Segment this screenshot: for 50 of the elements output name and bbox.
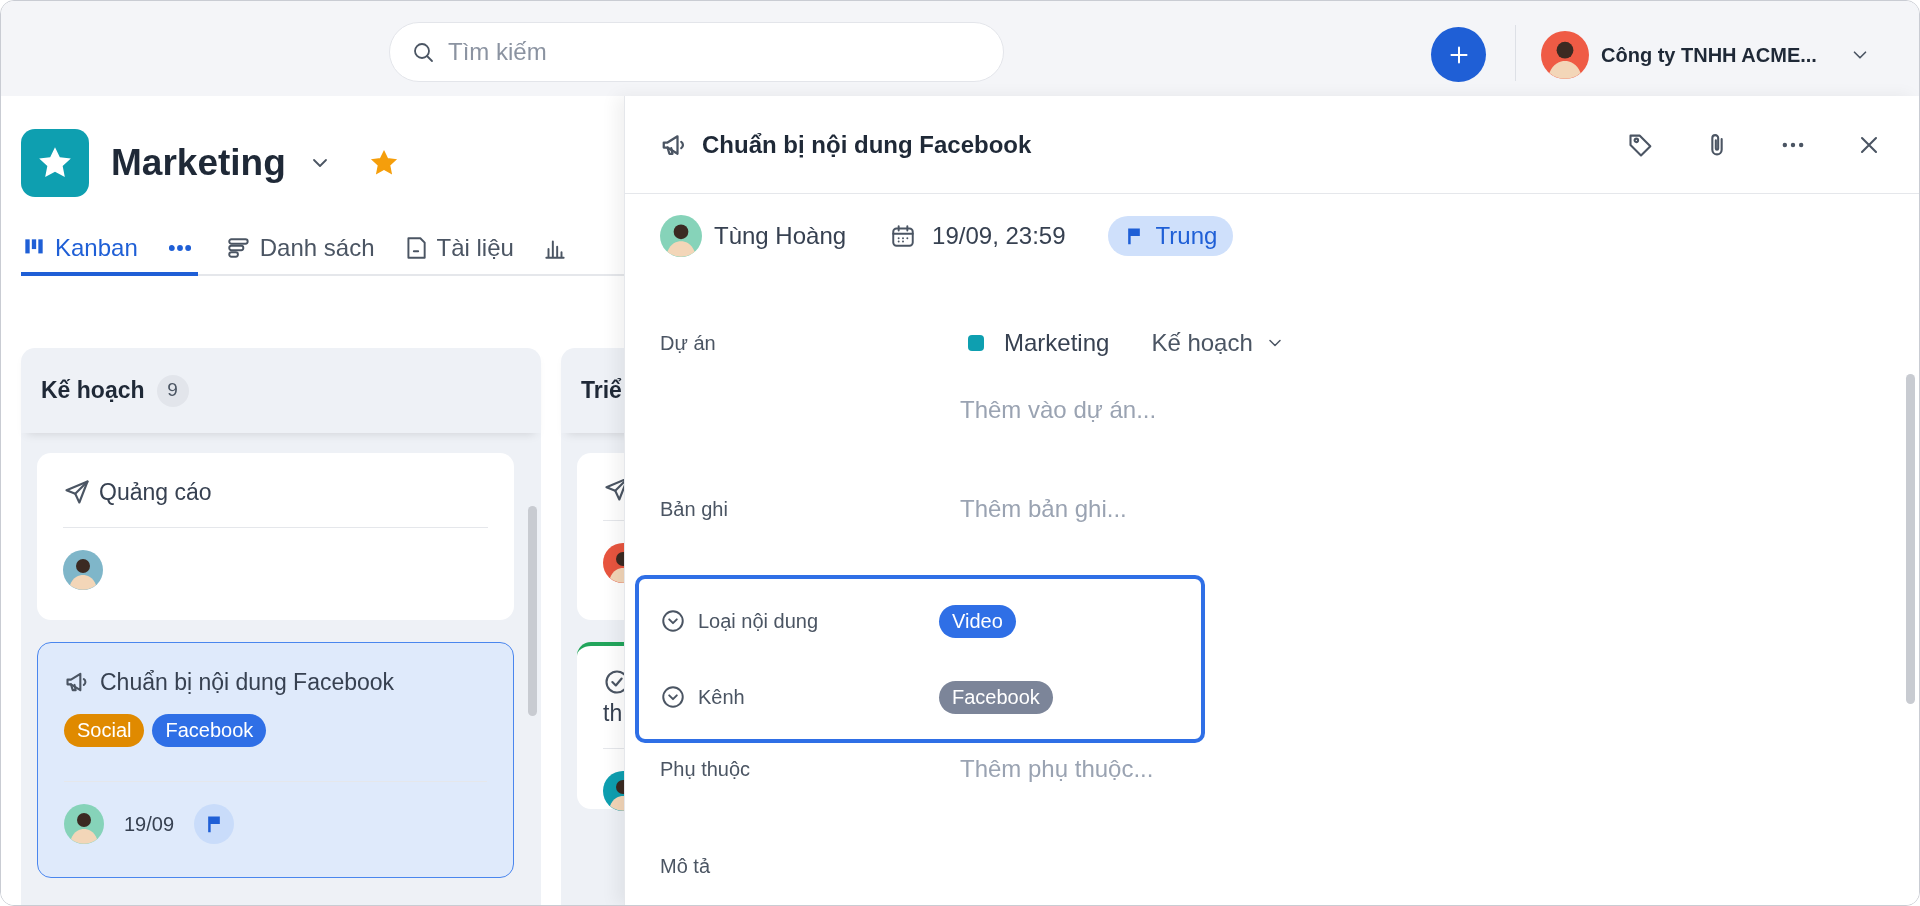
field-label: Phụ thuộc bbox=[660, 757, 751, 782]
task-card[interactable]: th bbox=[577, 642, 624, 809]
avatar bbox=[64, 803, 104, 844]
scrollbar[interactable] bbox=[528, 506, 537, 716]
tag[interactable]: Facebook bbox=[939, 680, 1053, 714]
scrollbar[interactable] bbox=[1906, 374, 1915, 704]
input-field[interactable]: Thêm phụ thuộc... bbox=[960, 749, 1360, 789]
avatar bbox=[660, 215, 702, 257]
card-title: th bbox=[603, 699, 624, 728]
search-field[interactable]: Tìm kiếm bbox=[389, 22, 1004, 82]
card-title: Quảng cáo bbox=[99, 478, 212, 507]
chevron-circle-icon[interactable] bbox=[660, 608, 686, 634]
input-field[interactable]: Thêm bản ghi... bbox=[960, 489, 1360, 529]
tag: Facebook bbox=[152, 713, 267, 747]
column-title: Kế hoạch bbox=[41, 376, 145, 406]
due-date: 19/09 bbox=[124, 811, 175, 837]
send-icon bbox=[63, 478, 91, 507]
chevron-circle-icon[interactable] bbox=[660, 684, 686, 710]
field-label: Bản ghi bbox=[660, 497, 728, 522]
stage-dropdown[interactable]: Kế hoạch bbox=[1151, 325, 1285, 361]
field-label: Kênh bbox=[698, 685, 745, 710]
input-field[interactable]: Thêm vào dự án... bbox=[960, 390, 1360, 430]
assignee-button[interactable]: Tùng Hoàng bbox=[660, 215, 847, 257]
project-title: Marketing bbox=[111, 141, 286, 186]
card-title: Chuẩn bị nội dung Facebook bbox=[100, 668, 395, 697]
star-icon[interactable] bbox=[369, 149, 398, 177]
view-tab[interactable]: Tài liệu bbox=[402, 228, 514, 276]
account-menu[interactable]: Công ty TNHH ACME... bbox=[1541, 27, 1871, 82]
view-tab[interactable]: Danh sách bbox=[225, 228, 375, 276]
task-card[interactable]: Chuẩn bị nội dung Facebook Social Facebook 19/09 bbox=[37, 642, 514, 878]
field-label: Dự án bbox=[660, 331, 716, 356]
field-label: Loại nội dung bbox=[698, 609, 819, 634]
avatar bbox=[63, 549, 103, 590]
list-icon bbox=[225, 235, 252, 261]
view-tab[interactable]: Kanban bbox=[21, 228, 198, 276]
add-button[interactable] bbox=[1431, 27, 1486, 82]
project-name: Marketing bbox=[1004, 328, 1110, 358]
calendar-icon bbox=[890, 223, 917, 249]
avatar bbox=[1541, 30, 1589, 79]
count-badge: 9 bbox=[156, 374, 189, 407]
field-label: Mô tả bbox=[660, 854, 711, 879]
project-logo bbox=[21, 129, 89, 197]
task-title: Chuẩn bị nội dung Facebook bbox=[702, 129, 1033, 160]
tag[interactable]: Video bbox=[939, 604, 1016, 638]
due-date-button[interactable]: 19/09, 23:59 bbox=[890, 218, 1066, 254]
task-card[interactable]: Quảng cáo bbox=[37, 453, 514, 620]
tag: Social bbox=[64, 713, 145, 747]
column-title: Triể bbox=[581, 376, 622, 406]
search-icon bbox=[411, 40, 435, 64]
priority-chip[interactable]: Trung bbox=[1107, 216, 1234, 256]
